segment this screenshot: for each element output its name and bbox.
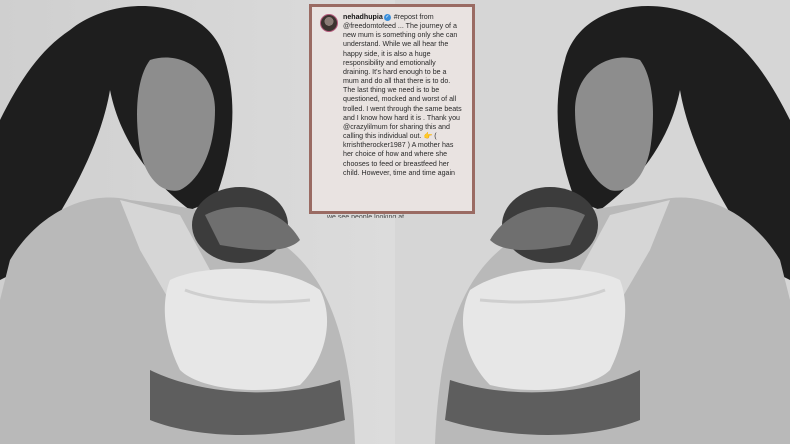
avatar: [320, 14, 338, 32]
photo-collage: nehadhupia ✓ #repost from @freedomtofeed …: [0, 0, 790, 444]
caption-text: nehadhupia ✓ #repost from @freedomtofeed …: [343, 13, 464, 178]
username: nehadhupia: [343, 13, 383, 21]
verified-badge-icon: ✓: [383, 13, 391, 21]
caption-body: #repost from @freedomtofeed ... The jour…: [343, 13, 462, 177]
caption-header: nehadhupia ✓ #repost from @freedomtofeed …: [320, 13, 464, 178]
instagram-caption-card: nehadhupia ✓ #repost from @freedomtofeed …: [309, 4, 475, 214]
